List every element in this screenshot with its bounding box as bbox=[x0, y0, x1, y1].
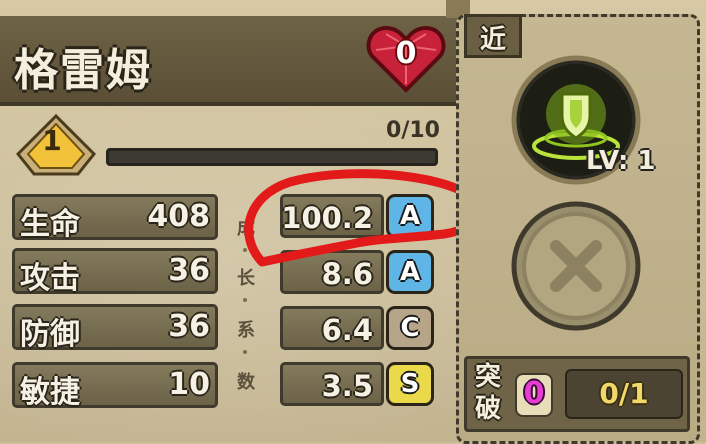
skill-level: LV: 1 bbox=[586, 146, 656, 176]
x-icon[interactable] bbox=[510, 200, 642, 332]
breakthrough-count-badge: 0 bbox=[515, 373, 553, 417]
breakthrough-label: 突破 bbox=[475, 362, 502, 424]
breakthrough-count: 0 bbox=[523, 376, 545, 411]
tab-near[interactable]: 近 bbox=[464, 14, 522, 58]
tab-near-label: 近 bbox=[479, 25, 506, 55]
breakthrough-progress-box[interactable]: 0/1 bbox=[565, 369, 683, 419]
hero-info-panel: 格雷姆 0 1 0/10 生命 408 攻击 36 防御 36 敏捷 10 成 … bbox=[0, 0, 706, 444]
breakthrough-progress: 0/1 bbox=[599, 377, 649, 410]
breakthrough-box: 突破 0 0/1 bbox=[464, 356, 690, 432]
